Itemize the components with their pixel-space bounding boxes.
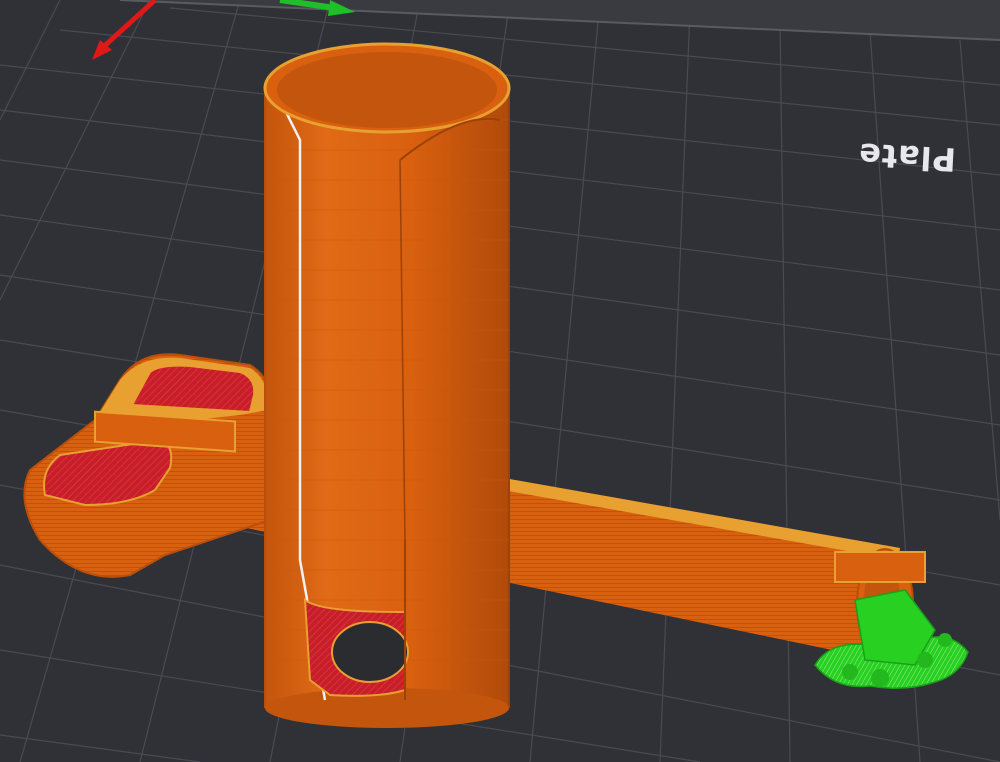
plate-label: Plate: [857, 135, 957, 179]
handle-top-infill: [130, 364, 256, 414]
key-handle[interactable]: [23, 353, 277, 578]
tube-bottom-hole: [331, 621, 409, 683]
3d-preview-viewport[interactable]: Plate: [0, 0, 1000, 762]
tube[interactable]: [263, 42, 511, 728]
build-plate-scene[interactable]: [0, 0, 1000, 762]
